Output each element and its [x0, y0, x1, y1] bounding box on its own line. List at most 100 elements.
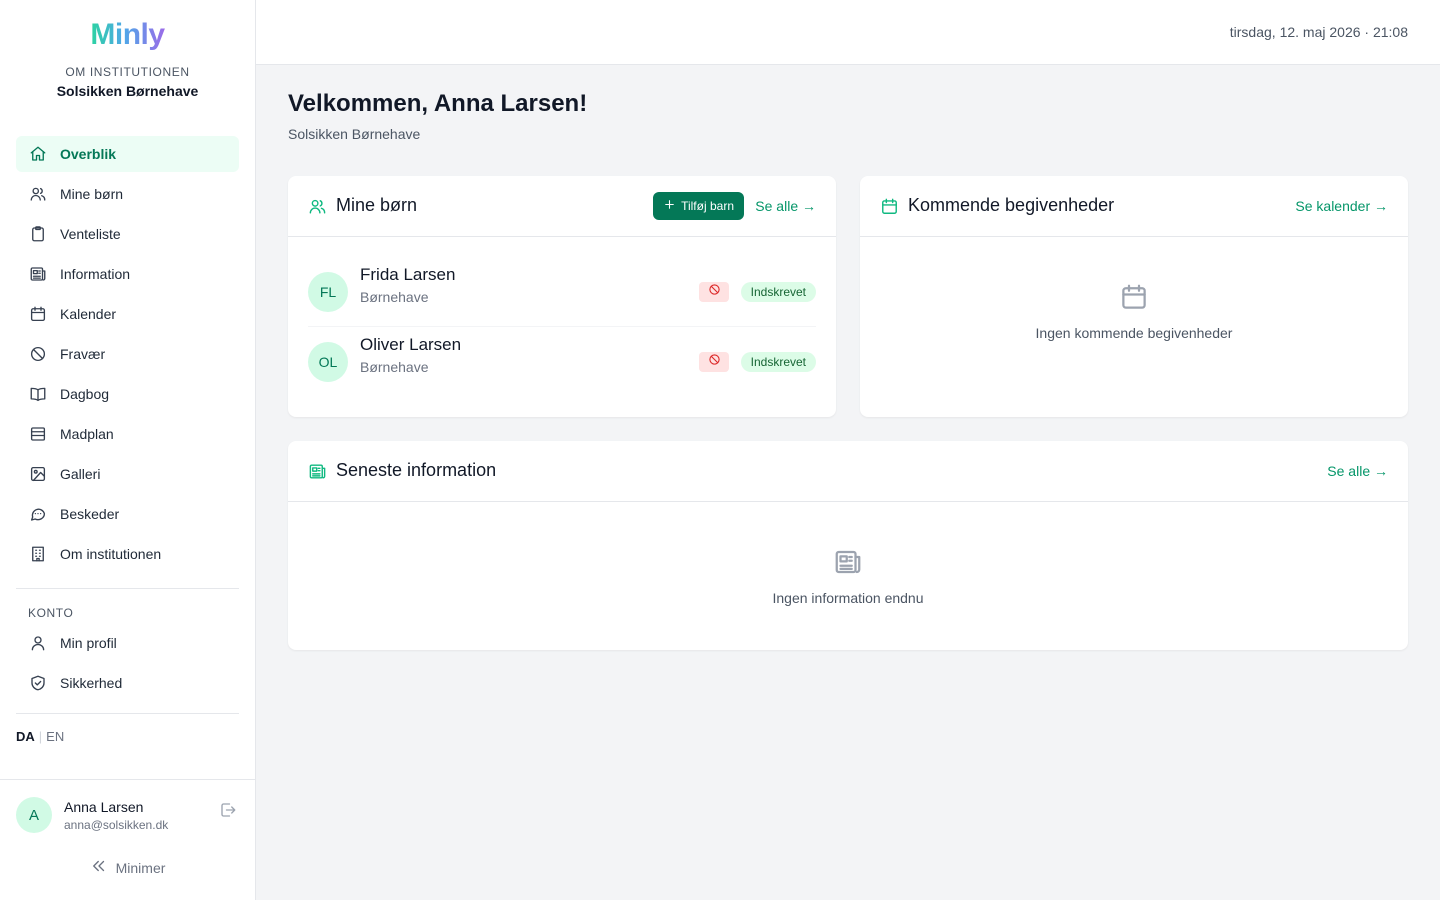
see-all-children-link[interactable]: Se alle →: [755, 198, 816, 214]
sidebar-item-label: Beskeder: [60, 506, 120, 522]
chat-icon: [28, 504, 48, 524]
user-name: Anna Larsen: [64, 799, 144, 815]
sidebar-item-label: Om institutionen: [60, 546, 162, 562]
child-group: Børnehave: [360, 289, 429, 305]
double-chevron-left-icon: [90, 857, 116, 878]
sidebar-item-sikkerhed[interactable]: Sikkerhed: [16, 665, 239, 701]
shield-icon: [28, 673, 48, 693]
see-calendar-link[interactable]: Se kalender →: [1295, 198, 1388, 214]
app-logo[interactable]: Minly: [0, 18, 255, 52]
sidebar-item-label: Overblik: [60, 146, 117, 162]
current-datetime: tirsdag, 12. maj 2026 · 21:08: [1229, 24, 1408, 40]
minimize-sidebar-button[interactable]: Minimer: [0, 857, 255, 878]
absence-badge: [699, 282, 729, 302]
menu-stack-icon: [28, 424, 48, 444]
sidebar-item-label: Venteliste: [60, 226, 121, 242]
card-title: Seneste information: [336, 460, 497, 480]
row-divider: [308, 326, 816, 327]
newspaper-icon: [308, 462, 328, 482]
account-nav: Min profil Sikkerhed: [16, 625, 239, 705]
logout-icon: [219, 803, 237, 823]
sidebar-item-information[interactable]: Information: [16, 256, 239, 292]
sidebar-item-om-institutionen[interactable]: Om institutionen: [16, 536, 239, 572]
page-title: Velkommen, Anna Larsen!: [288, 90, 588, 117]
lang-da[interactable]: DA: [16, 729, 35, 744]
sidebar-item-galleri[interactable]: Galleri: [16, 456, 239, 492]
clipboard-icon: [28, 224, 48, 244]
minimize-label: Minimer: [115, 859, 166, 876]
ban-icon: [28, 344, 48, 364]
status-badge: Indskrevet: [740, 352, 816, 372]
ban-icon: [708, 283, 721, 301]
account-section-label: KONTO: [28, 606, 74, 620]
sidebar-item-beskeder[interactable]: Beskeder: [16, 496, 239, 532]
image-icon: [28, 464, 48, 484]
add-child-button[interactable]: Tilføj barn: [653, 192, 744, 220]
ban-icon: [708, 353, 721, 371]
card-header: Seneste information Se alle →: [288, 441, 1408, 502]
sidebar-item-min-profil[interactable]: Min profil: [16, 625, 239, 661]
home-icon: [28, 144, 48, 164]
page-subtitle: Solsikken Børnehave: [288, 126, 421, 142]
newspaper-icon: [28, 264, 48, 284]
nav-divider: [16, 588, 239, 589]
sidebar-item-venteliste[interactable]: Venteliste: [16, 216, 239, 252]
sidebar-item-label: Kalender: [60, 306, 117, 322]
institution-name: Solsikken Børnehave: [56, 83, 199, 99]
sidebar-item-label: Dagbog: [60, 386, 110, 402]
calendar-icon: [1119, 284, 1149, 316]
absence-badge: [699, 352, 729, 372]
sidebar-item-overblik[interactable]: Overblik: [16, 136, 239, 172]
sidebar-item-mine-boern[interactable]: Mine børn: [16, 176, 239, 212]
list-item[interactable]: OL Oliver Larsen Børnehave Indskrevet: [308, 335, 816, 412]
see-all-info-link[interactable]: Se alle →: [1327, 463, 1388, 479]
sidebar-item-label: Min profil: [60, 635, 117, 651]
calendar-icon: [880, 197, 900, 217]
card-title: Mine børn: [336, 195, 418, 215]
sidebar-item-label: Sikkerhed: [60, 675, 123, 691]
child-name: Frida Larsen: [360, 265, 456, 284]
children-card: Mine børn Tilføj barn Se alle → FL Frida…: [288, 176, 836, 417]
users-icon: [308, 197, 328, 217]
sidebar: Minly OM INSTITUTIONEN Solsikken Børneha…: [0, 0, 256, 900]
sidebar-item-fravaer[interactable]: Fravær: [16, 336, 239, 372]
language-switcher: DA | EN: [16, 729, 65, 744]
user-email: anna@solsikken.dk: [64, 818, 169, 832]
institution-label: OM INSTITUTIONEN: [65, 65, 190, 79]
card-title: Kommende begivenheder: [908, 195, 1115, 215]
info-card: Seneste information Se alle → Ingen info…: [288, 441, 1408, 650]
child-name: Oliver Larsen: [360, 335, 462, 354]
main-nav: Overblik Mine børn Venteliste Informatio…: [16, 136, 239, 576]
building-icon: [28, 544, 48, 564]
sidebar-item-label: Galleri: [60, 466, 101, 482]
avatar: FL: [308, 272, 348, 312]
users-icon: [28, 184, 48, 204]
sidebar-item-label: Information: [60, 266, 131, 282]
avatar: OL: [308, 342, 348, 382]
newspaper-icon: [833, 550, 863, 581]
logout-button[interactable]: [219, 801, 239, 821]
avatar: A: [16, 797, 52, 833]
sidebar-item-kalender[interactable]: Kalender: [16, 296, 239, 332]
sidebar-item-label: Madplan: [60, 426, 114, 442]
sidebar-item-dagbog[interactable]: Dagbog: [16, 376, 239, 412]
add-child-label: Tilføj barn: [681, 199, 734, 213]
lang-en[interactable]: EN: [46, 729, 64, 744]
empty-state-text: Ingen information endnu: [772, 590, 924, 606]
sidebar-item-label: Fravær: [60, 346, 106, 362]
topbar: tirsdag, 12. maj 2026 · 21:08: [256, 0, 1440, 65]
empty-state: Ingen kommende begivenheder: [860, 282, 1408, 341]
child-group: Børnehave: [360, 359, 429, 375]
status-badge: Indskrevet: [740, 282, 816, 302]
card-header: Kommende begivenheder Se kalender →: [860, 176, 1408, 237]
empty-state-text: Ingen kommende begivenheder: [1035, 325, 1233, 341]
events-card: Kommende begivenheder Se kalender → Inge…: [860, 176, 1408, 417]
user-panel: A Anna Larsen anna@solsikken.dk Minimer: [0, 779, 255, 900]
empty-state: Ingen information endnu: [288, 547, 1408, 606]
calendar-icon: [28, 304, 48, 324]
plus-icon: [663, 198, 681, 214]
sidebar-item-madplan[interactable]: Madplan: [16, 416, 239, 452]
book-icon: [28, 384, 48, 404]
list-item[interactable]: FL Frida Larsen Børnehave Indskrevet: [308, 265, 816, 342]
card-header: Mine børn Tilføj barn Se alle →: [288, 176, 836, 237]
